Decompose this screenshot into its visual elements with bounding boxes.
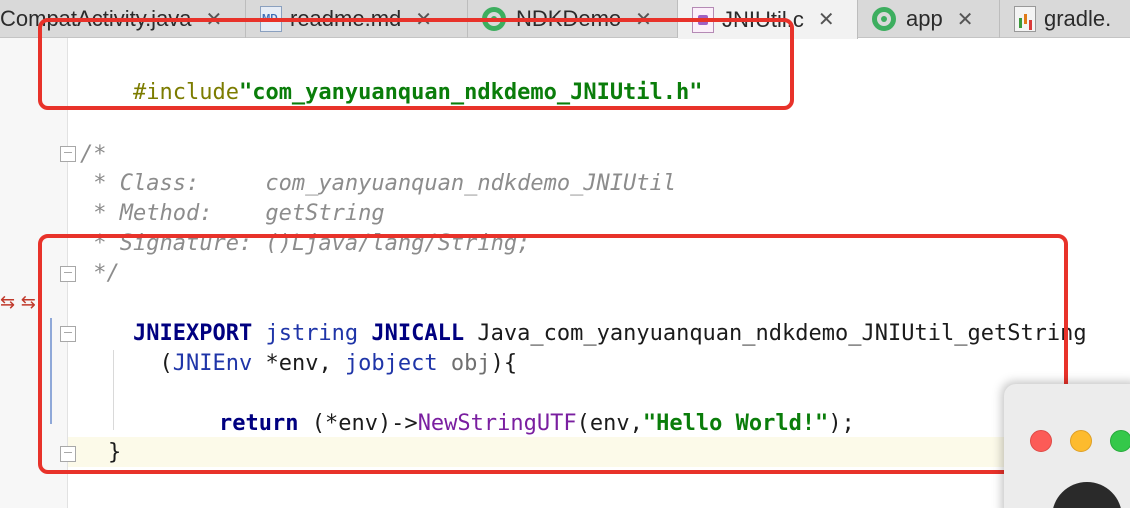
- window-close-button[interactable]: [1030, 430, 1052, 452]
- window-zoom-button[interactable]: [1110, 430, 1130, 452]
- tab-label: gradle.: [1044, 6, 1112, 31]
- implements-arrow-icon[interactable]: ⇆ ⇆: [0, 292, 36, 313]
- function-highlight-box: [38, 234, 1068, 474]
- window-minimize-button[interactable]: [1070, 430, 1092, 452]
- fold-marker-icon[interactable]: [60, 146, 76, 162]
- gradle-file-icon: [1014, 6, 1036, 32]
- include-highlight-box: [38, 18, 794, 110]
- tab-gradle[interactable]: gradle.: [1000, 0, 1130, 38]
- comment-class: * Class: com_yanyuanquan_ndkdemo_JNIUtil: [80, 171, 677, 196]
- comment-method: * Method: getString: [80, 201, 385, 226]
- tab-label: app: [906, 6, 943, 31]
- comment-open: /*: [80, 142, 107, 167]
- close-icon[interactable]: ✕: [818, 7, 835, 32]
- tab-app[interactable]: app ✕: [858, 0, 1000, 38]
- android-module-icon: [872, 7, 896, 31]
- close-icon[interactable]: ✕: [957, 7, 974, 32]
